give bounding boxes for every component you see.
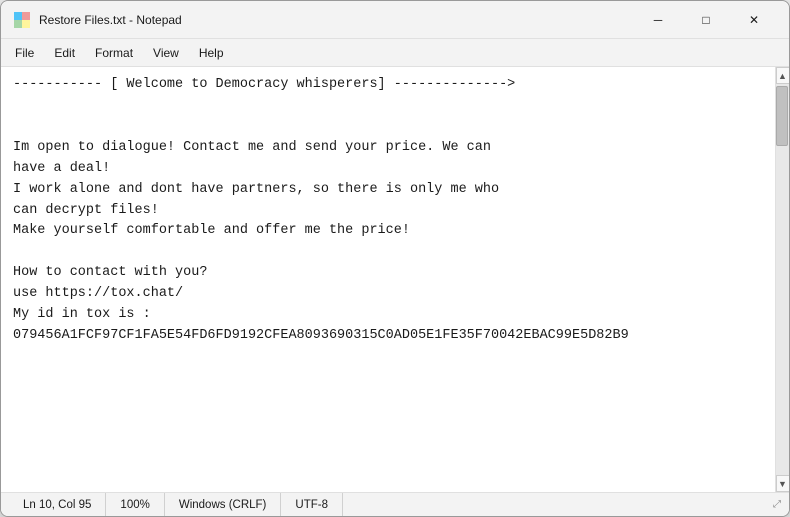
scroll-down-arrow[interactable]: ▼ bbox=[776, 475, 790, 492]
menu-bar: File Edit Format View Help bbox=[1, 39, 789, 67]
title-bar: Restore Files.txt - Notepad ─ □ ✕ bbox=[1, 1, 789, 39]
scroll-thumb[interactable] bbox=[776, 86, 788, 146]
menu-format[interactable]: Format bbox=[85, 43, 143, 63]
window-controls: ─ □ ✕ bbox=[635, 4, 777, 36]
menu-view[interactable]: View bbox=[143, 43, 189, 63]
minimize-button[interactable]: ─ bbox=[635, 4, 681, 36]
text-editor[interactable] bbox=[1, 67, 789, 492]
encoding: UTF-8 bbox=[281, 493, 343, 516]
resize-handle[interactable]: ⤢ bbox=[759, 493, 781, 516]
menu-edit[interactable]: Edit bbox=[44, 43, 85, 63]
menu-file[interactable]: File bbox=[5, 43, 44, 63]
notepad-icon bbox=[13, 11, 31, 29]
text-area-wrapper: ▲ ▼ bbox=[1, 67, 789, 492]
zoom-level: 100% bbox=[106, 493, 164, 516]
scrollbar: ▲ ▼ bbox=[775, 67, 789, 492]
menu-help[interactable]: Help bbox=[189, 43, 234, 63]
close-button[interactable]: ✕ bbox=[731, 4, 777, 36]
status-bar: Ln 10, Col 95 100% Windows (CRLF) UTF-8 … bbox=[1, 492, 789, 516]
scroll-up-arrow[interactable]: ▲ bbox=[776, 67, 790, 84]
cursor-position: Ln 10, Col 95 bbox=[9, 493, 106, 516]
line-ending: Windows (CRLF) bbox=[165, 493, 282, 516]
window-title: Restore Files.txt - Notepad bbox=[39, 13, 635, 27]
scroll-track[interactable] bbox=[776, 84, 789, 475]
notepad-window: Restore Files.txt - Notepad ─ □ ✕ File E… bbox=[0, 0, 790, 517]
maximize-button[interactable]: □ bbox=[683, 4, 729, 36]
